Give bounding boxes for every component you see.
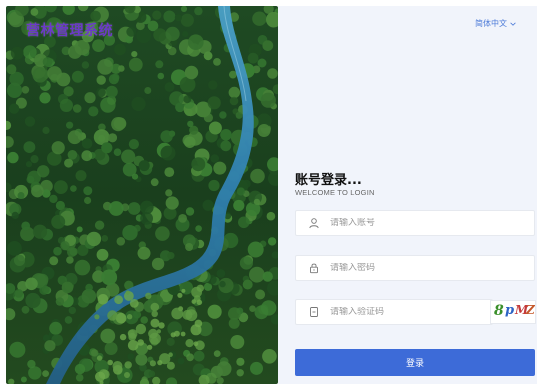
language-label: 简体中文: [475, 19, 507, 28]
login-title: 账号登录...: [295, 173, 362, 188]
captcha-input[interactable]: [330, 307, 480, 317]
login-panel: 简体中文 账号登录... WELCOME TO LOGIN 请输入账号 请输入验…: [278, 6, 537, 384]
captcha-char: p: [505, 303, 515, 318]
shield-icon: [310, 307, 318, 317]
login-button[interactable]: 登录: [295, 349, 535, 376]
forest-hero-image: 营林管理系统: [6, 6, 278, 384]
user-icon: [309, 218, 319, 229]
captcha-char: Z: [526, 303, 535, 317]
password-field: [295, 255, 535, 281]
account-field: [295, 210, 535, 236]
brand-title: 营林管理系统: [26, 23, 113, 39]
login-subtitle: WELCOME TO LOGIN: [295, 188, 375, 197]
account-input[interactable]: [330, 218, 480, 228]
password-input[interactable]: [330, 263, 480, 273]
captcha-field: [295, 299, 493, 325]
captcha-char: 8: [494, 303, 504, 319]
chevron-down-icon: [510, 22, 516, 26]
lock-icon: [310, 263, 318, 274]
login-page: 营林管理系统 简体中文 账号登录... WELCOME TO LOGIN 请输入…: [6, 6, 537, 384]
captcha-image[interactable]: 8 p M Z: [490, 300, 536, 324]
language-selector[interactable]: 简体中文: [475, 18, 517, 29]
